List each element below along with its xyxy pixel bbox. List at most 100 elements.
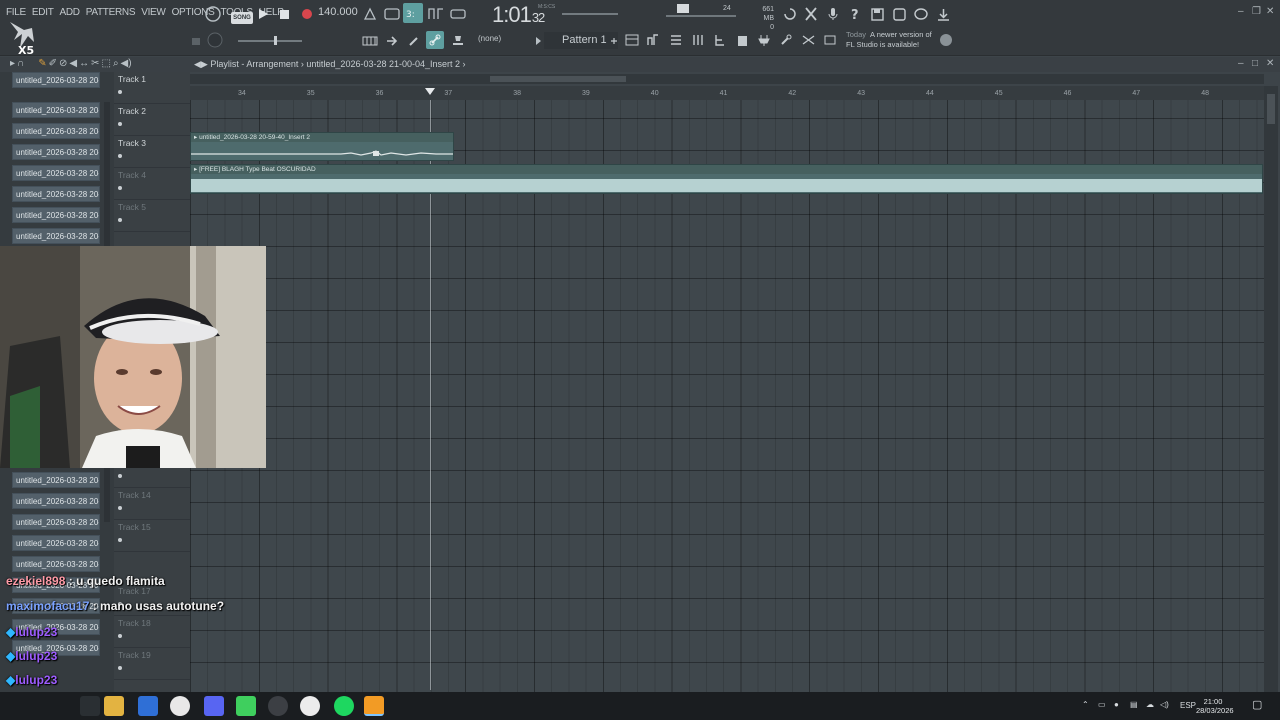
link-icon[interactable]	[426, 31, 444, 49]
playback-tool-icon[interactable]: ◀)	[121, 58, 132, 69]
playlist-view-icon[interactable]	[622, 31, 642, 49]
piano-roll-view-icon[interactable]	[644, 31, 664, 49]
browser-clip-item[interactable]: untitled_2026-03-28 20-	[12, 186, 100, 202]
track-mute-led-icon[interactable]	[118, 122, 122, 126]
track-header[interactable]: Track 19	[114, 648, 190, 680]
menu-add[interactable]: ADD	[60, 7, 81, 18]
tray-network-icon[interactable]: ▤	[1130, 700, 1138, 709]
close-icon[interactable]: ✕	[1266, 6, 1274, 17]
track-mute-led-icon[interactable]	[118, 506, 122, 510]
slice-tool-icon[interactable]: ✂	[91, 58, 99, 69]
browser-clip-item[interactable]: untitled_2026-03-28 20-	[12, 228, 100, 244]
stop-icon[interactable]	[274, 5, 294, 23]
track-header[interactable]: Track 14	[114, 488, 190, 520]
wait-input-icon[interactable]	[382, 5, 402, 23]
select-tool-icon[interactable]: ⬚	[101, 58, 110, 69]
plugin-plug-icon[interactable]	[754, 31, 774, 49]
plugin-tools-icon[interactable]	[801, 5, 821, 23]
tray-mic-icon[interactable]: ●	[1114, 700, 1119, 709]
zoom-tool-icon[interactable]: ⌕	[113, 58, 119, 69]
browser-clip-item[interactable]: untitled_2026-03-28 20-	[12, 123, 100, 139]
steam-icon[interactable]	[300, 696, 320, 716]
browser-clip-item[interactable]: untitled_2026-03-28 20-	[12, 207, 100, 223]
loop-record-icon[interactable]	[203, 5, 223, 23]
settings-list-icon[interactable]	[820, 31, 840, 49]
main-volume-knob-icon[interactable]	[186, 32, 206, 50]
save-icon[interactable]	[867, 5, 887, 23]
song-mode-button[interactable]: SONG	[231, 12, 253, 24]
track-header[interactable]: Track 5	[114, 200, 190, 232]
track-mute-led-icon[interactable]	[118, 634, 122, 638]
audio-clip-track2[interactable]: ▸ untitled_2026-03-28 20-59-40_Insert 2	[190, 132, 454, 161]
mute-tool-icon[interactable]: ◀	[69, 58, 77, 69]
master-pitch-slider[interactable]	[562, 13, 618, 15]
vertical-scrollbar-thumb[interactable]	[1267, 94, 1275, 124]
minimize-icon[interactable]: –	[1238, 6, 1244, 17]
paint-tool-icon[interactable]: ✐	[49, 58, 57, 69]
metronome-icon[interactable]	[360, 5, 380, 23]
globe-icon[interactable]	[936, 31, 956, 49]
browser-tree-icon[interactable]	[710, 31, 730, 49]
discord-icon[interactable]	[204, 696, 224, 716]
track-header[interactable]: Track 2	[114, 104, 190, 136]
download-icon[interactable]	[933, 5, 953, 23]
track-mute-led-icon[interactable]	[118, 218, 122, 222]
track-header[interactable]: Track 1	[114, 72, 190, 104]
chat-bubble-icon[interactable]	[911, 5, 931, 23]
browser-clip-item[interactable]: untitled_2026-03-28 20-	[12, 493, 100, 509]
scissors-icon[interactable]	[798, 31, 818, 49]
track-mute-led-icon[interactable]	[118, 154, 122, 158]
menu-arrow-icon[interactable]: ▸	[10, 58, 15, 69]
piano-roll-icon[interactable]	[360, 32, 380, 50]
help-icon[interactable]: ?	[845, 5, 865, 23]
add-pattern-icon[interactable]	[604, 32, 624, 50]
mixer-icon[interactable]	[889, 5, 909, 23]
draw-tool-icon[interactable]: ✎	[38, 58, 46, 69]
timeline-ruler[interactable]: 34 35 36 37 38 39 40 41 42 43 44 45 46 47 48	[190, 86, 1264, 100]
menu-edit[interactable]: EDIT	[32, 7, 54, 18]
microphone-icon[interactable]	[823, 5, 843, 23]
spotify-icon[interactable]	[334, 696, 354, 716]
wrench-icon[interactable]	[776, 31, 796, 49]
notification-icon[interactable]: ▢	[1252, 698, 1262, 711]
menu-file[interactable]: FILE	[6, 7, 26, 18]
taskbar-clock[interactable]: 21:00 28/03/2026	[1196, 697, 1234, 715]
track-mute-led-icon[interactable]	[118, 538, 122, 542]
mixer-view-icon[interactable]	[688, 31, 708, 49]
multilink-icon[interactable]	[448, 5, 468, 23]
track-mute-led-icon[interactable]	[118, 186, 122, 190]
browser-clip-item[interactable]: untitled_2026-03-28 20-	[12, 165, 100, 181]
restore-icon[interactable]: ❐	[1252, 6, 1261, 17]
stamp-icon[interactable]	[448, 31, 468, 49]
browser-clip-item[interactable]: untitled_2026-03-28 20-	[12, 144, 100, 160]
browser-clip-item[interactable]: untitled_2026-03-28 20-	[12, 472, 100, 488]
blend-notes-icon[interactable]	[426, 5, 446, 23]
clipboard-icon[interactable]	[732, 31, 752, 49]
arrow-right-icon[interactable]	[382, 32, 402, 50]
playlist-minimize-icon[interactable]: –	[1238, 58, 1244, 69]
tray-language[interactable]: ESP	[1180, 701, 1196, 710]
track-mute-led-icon[interactable]	[118, 474, 122, 478]
magnet-icon[interactable]: ∩	[17, 58, 24, 69]
menu-view[interactable]: VIEW	[141, 7, 166, 18]
tray-device-icon[interactable]: ▭	[1098, 700, 1106, 709]
store-icon[interactable]	[138, 696, 158, 716]
file-explorer-icon[interactable]	[104, 696, 124, 716]
horizontal-scrollbar[interactable]	[190, 74, 1264, 84]
delete-tool-icon[interactable]: ⊘	[59, 58, 67, 69]
tray-volume-icon[interactable]: ◁)	[1160, 700, 1169, 709]
undo-icon[interactable]	[780, 5, 800, 23]
playlist-restore-icon[interactable]: □	[1252, 58, 1258, 69]
track-header[interactable]: Track 3	[114, 136, 190, 168]
track-header[interactable]: Track 15	[114, 520, 190, 552]
scrollbar-thumb[interactable]	[490, 76, 626, 82]
master-volume-handle[interactable]	[274, 36, 277, 45]
record-icon[interactable]	[297, 5, 317, 23]
playlist-close-icon[interactable]: ✕	[1266, 58, 1274, 69]
playhead-marker-icon[interactable]	[425, 88, 435, 95]
browser-clip-item[interactable]: untitled_2026-03-28 20-	[12, 514, 100, 530]
pencil-icon[interactable]	[404, 32, 424, 50]
channel-selector[interactable]: (none)	[478, 34, 501, 43]
tempo-display[interactable]: 140.000	[318, 6, 358, 18]
vertical-scrollbar[interactable]	[1264, 86, 1278, 692]
